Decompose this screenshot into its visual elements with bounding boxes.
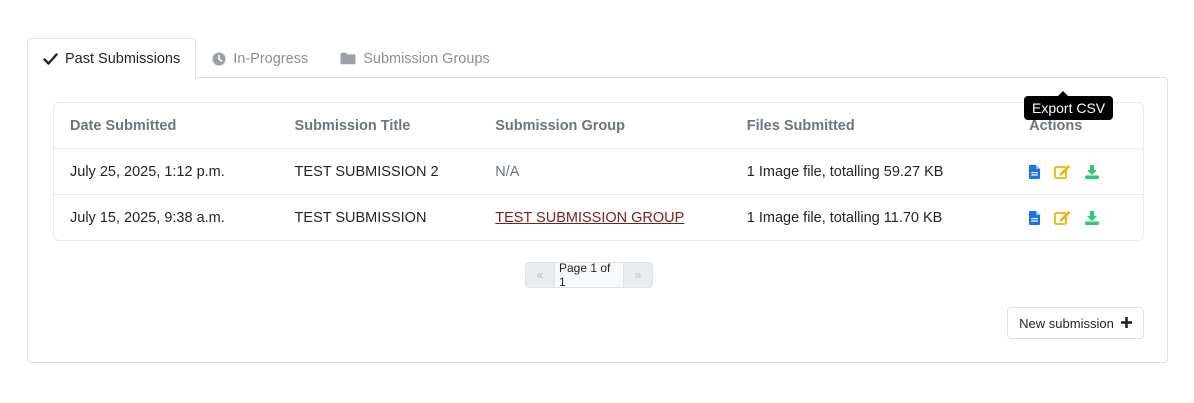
clock-icon bbox=[212, 52, 226, 66]
column-header-date: Date Submitted bbox=[54, 103, 279, 149]
tab-in-progress[interactable]: In-Progress bbox=[196, 38, 324, 78]
pagination-next-button[interactable]: » bbox=[624, 263, 652, 287]
download-icon[interactable] bbox=[1085, 164, 1100, 179]
tab-bar: Past Submissions In-Progress Submission … bbox=[27, 38, 506, 79]
tab-submission-groups[interactable]: Submission Groups bbox=[324, 38, 506, 78]
cell-date: July 15, 2025, 9:38 a.m. bbox=[70, 209, 225, 226]
pagination-current-page: Page 1 of 1 bbox=[554, 263, 624, 287]
submissions-table: Date Submitted Submission Title Submissi… bbox=[53, 102, 1144, 241]
tab-label: In-Progress bbox=[233, 50, 309, 67]
download-icon[interactable] bbox=[1085, 210, 1100, 225]
cell-actions bbox=[1013, 148, 1143, 195]
tab-past-submissions[interactable]: Past Submissions bbox=[27, 38, 197, 79]
tab-content-panel: Date Submitted Submission Title Submissi… bbox=[27, 77, 1168, 363]
table-row: July 15, 2025, 9:38 a.m. TEST SUBMISSION… bbox=[54, 195, 1143, 241]
cell-title: TEST SUBMISSION 2 bbox=[278, 148, 480, 195]
cell-title: TEST SUBMISSION bbox=[294, 209, 427, 226]
tab-label: Past Submissions bbox=[65, 51, 181, 67]
cell-date: July 25, 2025, 1:12 p.m. bbox=[54, 148, 279, 195]
folder-icon bbox=[340, 52, 356, 65]
edit-icon[interactable] bbox=[1054, 210, 1071, 225]
submission-group-link[interactable]: TEST SUBMISSION GROUP bbox=[495, 210, 684, 226]
cell-group: TEST SUBMISSION GROUP bbox=[479, 195, 731, 241]
new-submission-label: New submission bbox=[1019, 315, 1114, 331]
pagination-prev-button[interactable]: « bbox=[526, 263, 554, 287]
document-icon[interactable] bbox=[1029, 164, 1041, 179]
check-icon bbox=[43, 53, 58, 65]
edit-icon[interactable] bbox=[1054, 164, 1071, 179]
column-header-group: Submission Group bbox=[479, 103, 731, 149]
new-submission-button[interactable]: New submission bbox=[1007, 307, 1144, 339]
column-header-files: Files Submitted bbox=[730, 103, 1014, 149]
cell-actions bbox=[1013, 195, 1143, 241]
table-row: July 25, 2025, 1:12 p.m. TEST SUBMISSION… bbox=[54, 148, 1143, 195]
column-header-title: Submission Title bbox=[278, 103, 480, 149]
submissions-page: Past Submissions In-Progress Submission … bbox=[0, 0, 1194, 403]
plus-icon bbox=[1120, 316, 1132, 331]
cell-files: 1 Image file, totalling 11.70 KB bbox=[746, 209, 943, 226]
document-icon[interactable] bbox=[1029, 210, 1041, 225]
pagination: « Page 1 of 1 » bbox=[525, 262, 653, 288]
tab-label: Submission Groups bbox=[363, 50, 490, 67]
cell-files: 1 Image file, totalling 59.27 KB bbox=[730, 148, 1014, 195]
table-header-row: Date Submitted Submission Title Submissi… bbox=[54, 103, 1143, 149]
cell-group: N/A bbox=[479, 148, 731, 195]
export-csv-tooltip: Export CSV bbox=[1024, 91, 1114, 120]
